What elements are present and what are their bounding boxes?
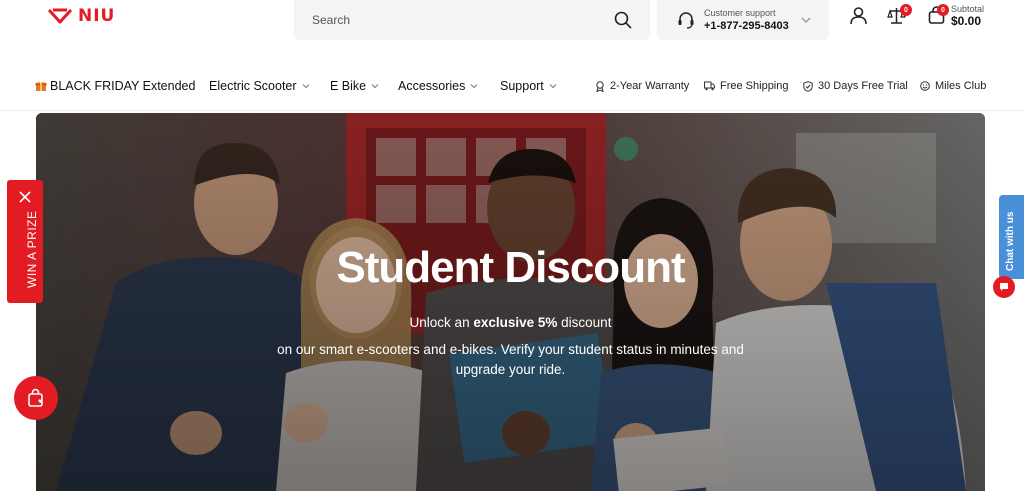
- chevron-down-icon: [471, 84, 478, 89]
- truck-icon: [704, 81, 715, 91]
- chevron-down-icon: [371, 84, 379, 89]
- win-a-prize-tab[interactable]: WIN A PRIZE: [7, 180, 43, 303]
- support-phone[interactable]: +1-877-295-8403: [704, 21, 789, 32]
- medal-icon: [596, 80, 604, 92]
- hero-subtitle-line3: upgrade your ride.: [455, 362, 566, 377]
- hero-subtitle-line1: Unlock an exclusive 5% discount: [36, 315, 985, 330]
- customer-support[interactable]: Customer support +1-877-295-8403: [657, 0, 829, 40]
- support-label: Customer support: [704, 8, 776, 18]
- compare-button[interactable]: 0: [887, 4, 912, 25]
- cart-button[interactable]: 0: [927, 4, 949, 25]
- header: NIU Customer support +1-877-295-8403: [0, 0, 1024, 42]
- hero-title: Student Discount: [336, 243, 685, 292]
- smile-icon: [920, 81, 930, 91]
- hero-subtitle-line2: on our smart e-scooters and e-bikes. Ver…: [277, 342, 744, 357]
- close-icon[interactable]: [18, 190, 32, 204]
- search-input[interactable]: [312, 13, 614, 27]
- hero-line1-suffix: discount: [557, 315, 612, 330]
- perk-free-shipping[interactable]: Free Shipping: [704, 80, 789, 92]
- nav-label-support: Support: [500, 79, 544, 93]
- nav-label-electric-scooter: Electric Scooter: [209, 79, 297, 93]
- hero-line1-prefix: Unlock an: [409, 315, 474, 330]
- chat-icon: [1000, 283, 1008, 291]
- search-bar[interactable]: [294, 0, 650, 40]
- chat-bubble-button[interactable]: [993, 276, 1015, 298]
- perk-label-miles-club: Miles Club: [935, 80, 987, 92]
- nav-item-electric-scooter[interactable]: Electric Scooter: [209, 79, 310, 93]
- compare-count-badge: 0: [900, 4, 912, 16]
- cart-count-badge: 0: [937, 4, 949, 16]
- nav-item-support[interactable]: Support: [500, 79, 557, 93]
- niu-logo-mark: [48, 8, 72, 24]
- perk-free-trial[interactable]: 30 Days Free Trial: [803, 80, 908, 92]
- niu-logo[interactable]: NIU: [48, 6, 115, 26]
- nav-label-accessories: Accessories: [398, 79, 466, 93]
- perk-miles-club[interactable]: Miles Club: [920, 80, 986, 92]
- account-icon[interactable]: [849, 6, 868, 25]
- perk-label-free-trial: 30 Days Free Trial: [818, 80, 908, 92]
- search-icon[interactable]: [614, 11, 632, 29]
- bag-heart-icon: [28, 388, 43, 407]
- chevron-down-icon: [801, 17, 811, 23]
- shield-icon: [803, 80, 813, 92]
- nav-item-black-friday[interactable]: BLACK FRIDAY Extended: [35, 79, 195, 93]
- nav-item-e-bike[interactable]: E Bike: [330, 79, 379, 93]
- headset-icon: [678, 12, 694, 29]
- subtotal-value: $0.00: [951, 14, 982, 28]
- gift-icon: [35, 81, 47, 91]
- perk-label-free-shipping: Free Shipping: [720, 80, 789, 92]
- hero-banner: Student Discount Unlock an exclusive 5% …: [36, 113, 985, 491]
- main-nav: BLACK FRIDAY Extended Electric Scooter E…: [0, 64, 1024, 108]
- chat-with-us-label: Chat with us: [1005, 211, 1016, 271]
- chat-with-us-tab[interactable]: Chat with us: [999, 195, 1024, 279]
- logo-text: NIU: [78, 6, 116, 26]
- perk-label-warranty: 2-Year Warranty: [610, 80, 690, 92]
- hero-line1-bold: exclusive 5%: [473, 315, 558, 330]
- nav-label-black-friday: BLACK FRIDAY Extended: [50, 79, 196, 93]
- floating-wishlist-button[interactable]: [14, 376, 58, 420]
- hero-photo: [36, 113, 985, 491]
- chevron-down-icon: [549, 84, 557, 89]
- cart-subtotal[interactable]: Subtotal $0.00: [951, 3, 984, 27]
- nav-item-accessories[interactable]: Accessories: [398, 79, 478, 93]
- header-divider: [0, 110, 1024, 111]
- nav-label-e-bike: E Bike: [330, 79, 367, 93]
- chevron-down-icon: [302, 84, 309, 89]
- perk-warranty[interactable]: 2-Year Warranty: [595, 80, 689, 92]
- win-a-prize-label: WIN A PRIZE: [25, 210, 39, 288]
